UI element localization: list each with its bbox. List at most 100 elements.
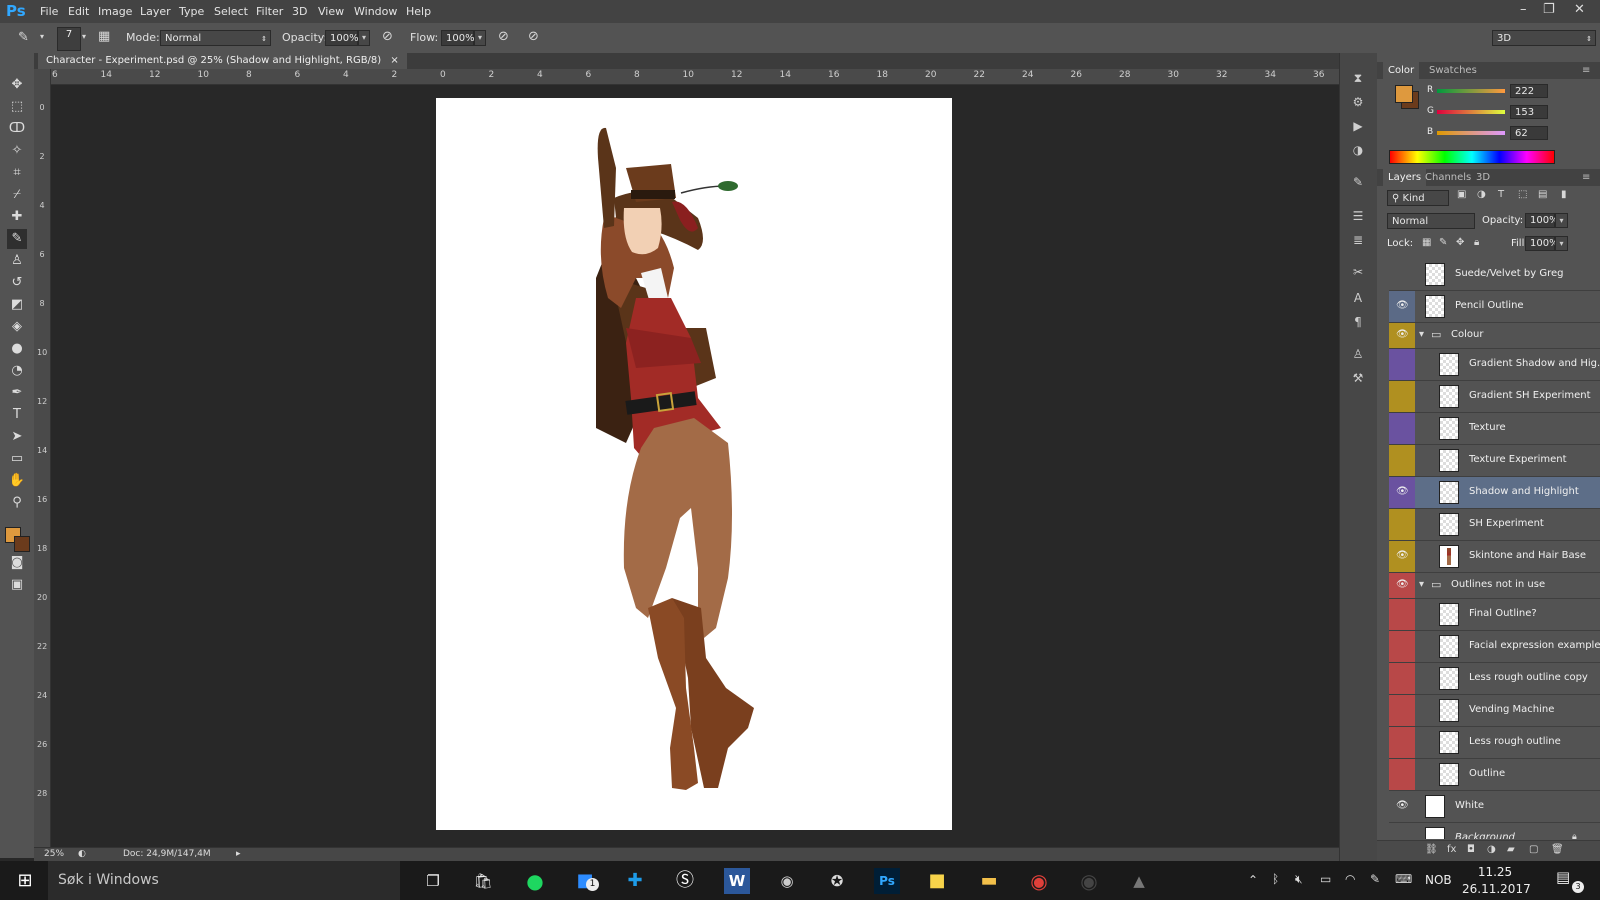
pen-icon[interactable]: ✎ bbox=[1370, 872, 1380, 886]
app-icon[interactable]: ◉ bbox=[774, 868, 800, 894]
visibility-toggle[interactable]: 👁︎ bbox=[1389, 541, 1415, 572]
layer-row[interactable]: Facial expression example bbox=[1389, 631, 1600, 663]
visibility-toggle[interactable] bbox=[1389, 759, 1415, 790]
paragraph-panel-icon[interactable]: ¶ bbox=[1349, 313, 1367, 331]
layer-thumbnail[interactable] bbox=[1439, 481, 1459, 504]
skype-icon[interactable]: Ⓢ bbox=[672, 868, 698, 894]
brush-tool-icon[interactable]: ✎ bbox=[18, 30, 29, 45]
layer-thumbnail[interactable] bbox=[1439, 731, 1459, 754]
layer-row[interactable]: Vending Machine bbox=[1389, 695, 1600, 727]
language-indicator[interactable]: NOB bbox=[1425, 873, 1452, 887]
flow-dropdown[interactable]: ▾ bbox=[474, 30, 486, 46]
menu-filter[interactable]: Filter bbox=[256, 5, 283, 18]
pressure-size-icon[interactable]: ⊘ bbox=[528, 29, 539, 44]
path-selection-tool-icon[interactable]: ➤ bbox=[7, 427, 27, 447]
layer-row[interactable]: 👁︎ White bbox=[1389, 791, 1600, 823]
color-spectrum-bar[interactable] bbox=[1389, 150, 1555, 164]
visibility-toggle[interactable] bbox=[1389, 727, 1415, 758]
visibility-toggle[interactable]: 👁︎ bbox=[1389, 323, 1415, 348]
menu-file[interactable]: File bbox=[40, 5, 58, 18]
tab-channels[interactable]: Channels bbox=[1420, 169, 1476, 186]
clock-date[interactable]: 26.11.2017 bbox=[1462, 882, 1531, 896]
color-foreground-swatch[interactable] bbox=[1395, 85, 1413, 103]
character-styles-icon[interactable]: ≣ bbox=[1349, 231, 1367, 249]
photos-icon[interactable]: ▲ bbox=[1126, 868, 1152, 894]
close-tab-icon[interactable]: × bbox=[390, 55, 398, 66]
brush-size-picker[interactable]: 7 bbox=[57, 27, 81, 51]
character-panel-icon[interactable]: A bbox=[1349, 289, 1367, 307]
b-slider[interactable] bbox=[1437, 131, 1505, 135]
new-layer-icon[interactable]: ▢ bbox=[1529, 844, 1538, 855]
workspace-select[interactable]: 3D ⇕ bbox=[1492, 30, 1596, 46]
bluetooth-icon[interactable]: ᛒ bbox=[1272, 872, 1279, 886]
eraser-tool-icon[interactable]: ◩ bbox=[7, 295, 27, 315]
layer-thumbnail[interactable] bbox=[1425, 263, 1445, 286]
background-color-swatch[interactable] bbox=[14, 536, 30, 552]
pen-tool-icon[interactable]: ✒ bbox=[7, 383, 27, 403]
layer-thumbnail[interactable] bbox=[1425, 295, 1445, 318]
layer-thumbnail[interactable] bbox=[1425, 795, 1445, 818]
properties-icon[interactable]: ⚙ bbox=[1349, 93, 1367, 111]
layer-row[interactable]: Gradient SH Experiment bbox=[1389, 381, 1600, 413]
visibility-toggle[interactable] bbox=[1389, 349, 1415, 380]
spotify-icon[interactable]: ● bbox=[522, 868, 548, 894]
visibility-toggle[interactable] bbox=[1389, 445, 1415, 476]
visibility-toggle[interactable] bbox=[1389, 259, 1415, 290]
mode-select[interactable]: Normal ⇕ bbox=[160, 30, 271, 46]
menu-layer[interactable]: Layer bbox=[140, 5, 171, 18]
minimize-button[interactable]: – bbox=[1520, 2, 1527, 17]
history-icon[interactable]: ⧗ bbox=[1349, 69, 1367, 87]
b-input[interactable]: 62 bbox=[1510, 126, 1548, 140]
crop-tool-icon[interactable]: ⌗ bbox=[7, 163, 27, 183]
menu-3d[interactable]: 3D bbox=[292, 5, 307, 18]
word-icon[interactable]: W bbox=[724, 868, 750, 894]
layer-row[interactable]: Suede/Velvet by Greg bbox=[1389, 259, 1600, 291]
restore-button[interactable]: ❐ bbox=[1543, 2, 1555, 17]
delete-layer-icon[interactable]: 🗑︎ bbox=[1551, 844, 1564, 855]
close-button[interactable]: ✕ bbox=[1574, 2, 1585, 17]
battery-icon[interactable]: ▭ bbox=[1320, 872, 1331, 886]
new-group-icon[interactable]: ▰ bbox=[1507, 844, 1515, 855]
rectangle-tool-icon[interactable]: ▭ bbox=[7, 449, 27, 469]
clone-stamp-tool-icon[interactable]: ♙ bbox=[7, 251, 27, 271]
document-tab[interactable]: Character - Experiment.psd @ 25% (Shadow… bbox=[38, 53, 407, 69]
brush-tool-icon[interactable]: ✎ bbox=[7, 229, 27, 249]
marquee-tool-icon[interactable]: ⬚ bbox=[7, 97, 27, 117]
volume-muted-icon[interactable]: 🔇︎ bbox=[1295, 872, 1303, 887]
chrome-icon[interactable]: ◉ bbox=[1026, 868, 1052, 894]
layer-style-icon[interactable]: fx bbox=[1447, 844, 1456, 855]
panel-menu-icon[interactable]: ≡ bbox=[1577, 62, 1595, 79]
layer-thumbnail[interactable] bbox=[1439, 603, 1459, 626]
airbrush-icon[interactable]: ⊘ bbox=[498, 29, 509, 44]
layer-opacity-dropdown[interactable]: ▾ bbox=[1555, 213, 1568, 228]
brush-picker-chevron-icon[interactable]: ▾ bbox=[82, 32, 86, 41]
filter-adjustment-icon[interactable]: ◑ bbox=[1477, 189, 1486, 200]
type-tool-icon[interactable]: T bbox=[7, 405, 27, 425]
actions-play-icon[interactable]: ▶ bbox=[1349, 117, 1367, 135]
search-box[interactable]: Søk i Windows bbox=[48, 861, 400, 900]
tool-preset-chevron-icon[interactable]: ▾ bbox=[40, 32, 44, 41]
menu-image[interactable]: Image bbox=[98, 5, 132, 18]
sticky-notes-icon[interactable]: ■ bbox=[924, 868, 950, 894]
filter-shape-icon[interactable]: ⬚ bbox=[1518, 189, 1527, 200]
layer-thumbnail[interactable] bbox=[1439, 353, 1459, 376]
fill-input[interactable]: 100% bbox=[1525, 236, 1559, 251]
layer-group[interactable]: 👁︎ ▾ ▭ Colour bbox=[1389, 323, 1600, 349]
visibility-toggle[interactable] bbox=[1389, 695, 1415, 726]
flow-input[interactable]: 100% bbox=[441, 30, 475, 46]
panel-menu-icon[interactable]: ≡ bbox=[1577, 169, 1595, 186]
add-mask-icon[interactable]: ◘ bbox=[1467, 844, 1475, 855]
link-layers-icon[interactable]: ⛓ bbox=[1425, 844, 1438, 855]
visibility-toggle[interactable]: 👁︎ bbox=[1389, 291, 1415, 322]
filter-pixel-icon[interactable]: ▣ bbox=[1457, 189, 1466, 200]
layer-thumbnail[interactable] bbox=[1439, 417, 1459, 440]
filter-smart-object-icon[interactable]: ▤ bbox=[1538, 189, 1547, 200]
layer-group[interactable]: 👁︎ ▾ ▭ Outlines not in use bbox=[1389, 573, 1600, 599]
visibility-toggle[interactable]: 👁︎ bbox=[1389, 477, 1415, 508]
zoom-level[interactable]: 25% bbox=[44, 849, 64, 859]
opacity-input[interactable]: 100% bbox=[325, 30, 359, 46]
lock-all-icon[interactable]: 🔒︎ bbox=[1474, 237, 1479, 248]
brush-panel-icon[interactable]: ▦ bbox=[98, 29, 110, 44]
blend-mode-select[interactable]: Normal bbox=[1387, 213, 1475, 229]
layer-row[interactable]: 👁︎ Skintone and Hair Base bbox=[1389, 541, 1600, 573]
